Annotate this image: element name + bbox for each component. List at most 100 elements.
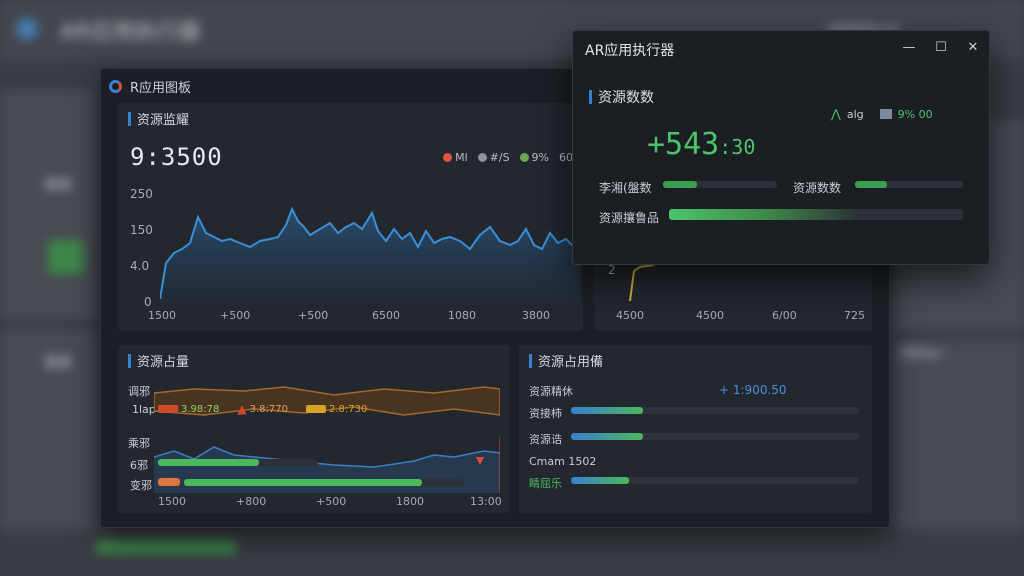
dashboard-titlebar: R应用图板 — [109, 75, 191, 97]
usage-row-label: 1lap — [132, 403, 156, 416]
background-right-panel-2 — [892, 340, 1024, 530]
popup-main-value: +543:30 — [647, 127, 755, 162]
background-app-title: AR应用执行器 — [60, 20, 201, 45]
usage-tag[interactable]: 2.8:730 — [305, 402, 368, 416]
mini-line-chart — [629, 264, 655, 302]
resource-usage-card: 资源占量 调邪 1lap 3.98:78 ▲ 3.8:770 2.8:730 乘邪… — [118, 345, 510, 513]
legend-label: 9% — [531, 151, 549, 164]
x-tick: +500 — [316, 495, 347, 508]
x-tick: 3800 — [522, 309, 550, 322]
popup-row-label: 资源攘鲁品 — [599, 211, 660, 225]
popup-row-label: 资源数数 — [793, 181, 842, 195]
popup-fill — [663, 181, 698, 188]
monitor-area-chart — [160, 206, 580, 303]
x-tick: 1080 — [448, 309, 476, 322]
x-tick: 4500 — [696, 309, 724, 322]
tag-label: 2.8:730 — [328, 403, 368, 415]
trend-up-icon: ⋀ — [831, 107, 841, 121]
legend-item[interactable]: 9% — [519, 151, 549, 164]
background-side-label-2: 量量 — [44, 355, 72, 371]
monitor-legend: Ml #/S 9% 60 — [443, 151, 573, 164]
y-tick: 4.0 — [130, 259, 150, 273]
y-tick: 2 — [608, 263, 616, 277]
x-tick: +500 — [298, 309, 329, 322]
background-green-block — [48, 240, 84, 274]
occupancy-row-label: 资源诰 — [529, 433, 562, 446]
nodes-icon — [879, 109, 892, 119]
indicator-label: 9% 00 — [897, 107, 933, 121]
occupancy-track — [571, 477, 859, 484]
usage-bar-fill — [158, 459, 259, 466]
legend-dot-icon — [519, 153, 529, 162]
legend-item[interactable]: #/S — [477, 151, 510, 164]
popup-track — [855, 181, 963, 188]
x-tick: 6500 — [372, 309, 400, 322]
popup-window: AR应用执行器 — ☐ ✕ 资源数数 ⋀ alg 9% 00 +543:30 李… — [572, 30, 990, 265]
x-tick: 725 — [844, 309, 865, 322]
popup-track-wide — [669, 209, 963, 220]
usage-bar-fill — [184, 479, 422, 486]
tag-swatch-icon — [158, 405, 178, 413]
close-button[interactable]: ✕ — [961, 39, 985, 57]
y-tick: 0 — [144, 295, 152, 309]
x-tick: 1800 — [396, 495, 424, 508]
x-tick: 6/00 — [772, 309, 797, 322]
popup-main-value-number: +543 — [647, 127, 720, 162]
usage-row-label: 乘邪 — [128, 437, 150, 450]
maximize-button[interactable]: ☐ — [929, 39, 953, 57]
legend-dot-icon — [477, 153, 487, 162]
occupancy-row-label: Cmam 1502 — [529, 455, 597, 468]
resource-usage-title: 资源占量 — [137, 355, 190, 370]
section-marker — [529, 353, 532, 368]
warning-triangle-icon: ▲ — [237, 402, 247, 416]
popup-main-value-suffix: :30 — [719, 135, 756, 159]
section-marker — [128, 353, 131, 368]
usage-tag[interactable]: ▲ 3.8:770 — [237, 402, 288, 416]
monitor-value: 9:3500 — [130, 143, 223, 171]
occupancy-track — [571, 433, 859, 440]
usage-row-label: 调邪 — [128, 385, 150, 398]
popup-section-header: 资源数数 — [589, 87, 654, 107]
tag-label: 3.8:770 — [249, 403, 288, 415]
section-marker — [128, 111, 131, 126]
legend-label: Ml — [455, 151, 468, 164]
resource-monitor-card: 资源监耀 9:3500 Ml #/S 9% 60 250 150 4.0 0 1… — [118, 103, 583, 331]
resource-usage-header: 资源占量 — [128, 351, 189, 370]
resource-occupancy-header: 资源占用備 — [529, 351, 603, 370]
background-left-panel — [0, 90, 96, 320]
x-tick: +500 — [220, 309, 251, 322]
legend-item[interactable]: Ml — [443, 151, 468, 164]
legend-dot-icon — [443, 153, 453, 162]
x-tick: +800 — [236, 495, 267, 508]
background-green-bar — [96, 540, 236, 554]
popup-section-title: 资源数数 — [598, 90, 654, 106]
popup-fill — [669, 209, 861, 220]
section-marker — [589, 90, 592, 104]
app-logo-icon — [109, 79, 122, 93]
minimize-button[interactable]: — — [897, 39, 921, 57]
x-tick: 1500 — [158, 495, 186, 508]
x-tick: 4500 — [616, 309, 644, 322]
usage-tag[interactable]: 3.98:78 — [158, 402, 219, 416]
background-logo-icon — [16, 18, 38, 40]
usage-bar-track — [184, 479, 464, 486]
dashboard-title: R应用图板 — [130, 80, 192, 96]
occupancy-fill — [571, 477, 629, 484]
usage-row-label: 6邪 — [130, 459, 148, 472]
occupancy-fill — [571, 407, 643, 414]
background-right-text: H8Sa• — [900, 346, 946, 362]
occupancy-row-label: 睛屈乐 — [529, 477, 562, 490]
occupancy-track — [571, 407, 859, 414]
usage-row-label: 变邪 — [130, 479, 152, 492]
occupancy-header-label: 资源精休 — [529, 385, 573, 398]
legend-label: 60 — [559, 151, 573, 164]
y-tick: 250 — [130, 187, 153, 201]
popup-indicators: ⋀ alg 9% 00 — [831, 107, 933, 121]
legend-label: #/S — [489, 151, 510, 164]
usage-orange-marker — [158, 478, 180, 486]
x-tick: 13:00 — [470, 495, 502, 508]
legend-item[interactable]: 60 — [559, 151, 573, 164]
popup-track — [663, 181, 777, 188]
y-tick: 150 — [130, 223, 153, 237]
popup-fill — [855, 181, 888, 188]
